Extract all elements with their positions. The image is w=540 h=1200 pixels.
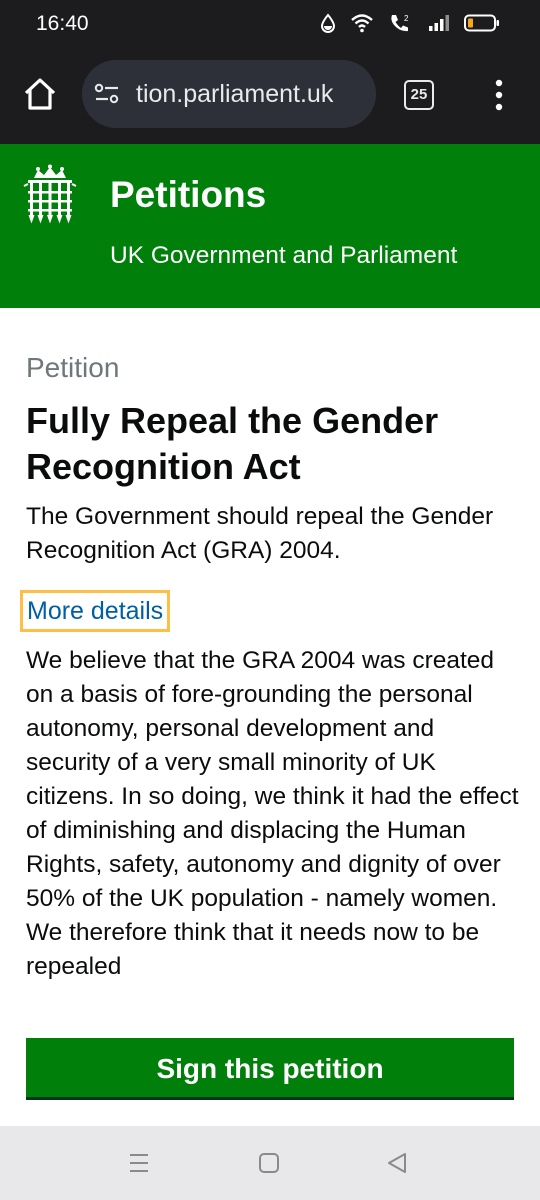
page-caption: Petition [26,352,120,383]
site-title[interactable]: Petitions [110,174,266,216]
petition-title: Fully Repeal the Gender Recognition Act [26,400,439,487]
status-icons: 2 [320,12,500,34]
recents-icon[interactable] [128,1152,150,1174]
portcullis-icon[interactable] [22,164,78,226]
droplet-icon [320,13,336,33]
signal-icon [429,15,449,31]
status-bar: 16:40 2 [0,0,540,46]
system-nav-bar [0,1126,540,1200]
wifi-icon [351,14,373,33]
home-nav-icon[interactable] [258,1152,280,1174]
status-time: 16:40 [36,12,89,35]
tab-count: 25 [410,86,428,103]
back-icon[interactable] [386,1152,408,1174]
home-icon[interactable] [22,76,58,112]
more-vert-icon[interactable] [487,78,511,112]
petition-action: The Government should repeal the Gender … [26,503,494,564]
battery-icon [464,14,499,32]
sign-petition-button[interactable]: Sign this petition [26,1038,514,1100]
volte-call-icon: 2 [391,14,409,32]
more-details-link[interactable]: More details [20,590,171,632]
browser-toolbar: tion.parliament.uk 25 [0,46,540,144]
site-settings-icon[interactable] [94,82,120,106]
address-bar[interactable]: tion.parliament.uk [82,60,376,128]
site-subtitle: UK Government and Parliament [110,242,458,269]
site-header: Petitions UK Government and Parliament [0,144,540,308]
petition-details: We believe that the GRA 2004 was created… [26,647,519,980]
tabs-button[interactable]: 25 [404,80,434,110]
url-text[interactable]: tion.parliament.uk [136,80,366,109]
svg-text:2: 2 [404,14,409,23]
url-domain: tion.parliament.uk [136,80,334,108]
